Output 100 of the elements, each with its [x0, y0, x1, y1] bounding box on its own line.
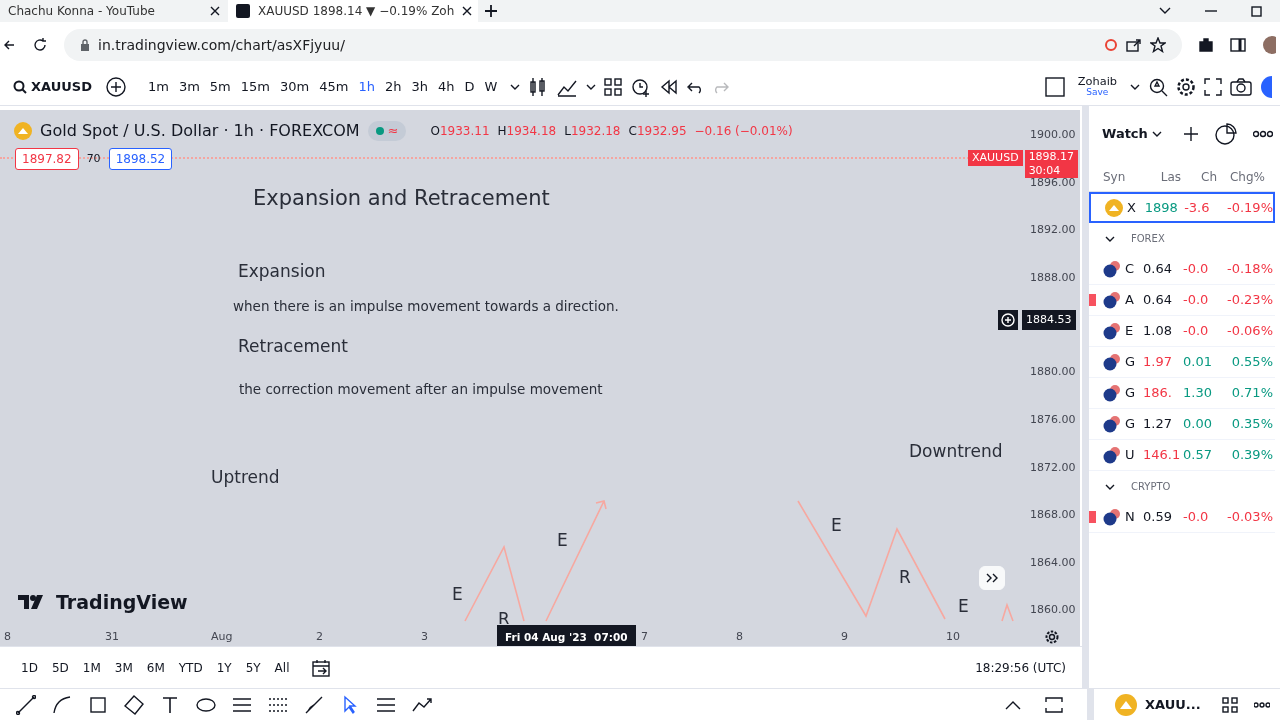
add-symbol-icon[interactable] [104, 75, 127, 98]
quick-search-icon[interactable] [1148, 76, 1168, 97]
rectangle-tool-icon[interactable] [88, 694, 108, 715]
scroll-right-button[interactable] [979, 566, 1005, 590]
watchlist-row[interactable]: G 186. 1.30 0.71% [1089, 378, 1275, 409]
watchlist-row[interactable]: U 146.1 0.57 0.39% [1089, 440, 1275, 471]
percent-change: 0.55% [1230, 353, 1273, 372]
line-tool-icon[interactable] [16, 694, 36, 715]
watchlist-row[interactable]: N 0.59 -0.0 -0.03% [1089, 502, 1275, 533]
calendar-icon[interactable] [312, 658, 333, 677]
interval-button[interactable]: 1h [353, 76, 380, 97]
description-text: the correction movement after an impulse movement [239, 380, 603, 399]
more-icon[interactable] [1253, 701, 1270, 708]
watchlist-menu[interactable]: Watch [1097, 124, 1167, 144]
layout-grid-icon[interactable] [604, 77, 623, 96]
reload-icon[interactable] [32, 37, 48, 53]
brand-name: TradingView [56, 590, 188, 615]
fullscreen-icon[interactable] [1204, 77, 1222, 96]
collapse-up-icon[interactable] [1005, 699, 1021, 710]
restore-icon[interactable] [1250, 4, 1264, 18]
symbol-ticker: G [1125, 353, 1137, 372]
more-icon[interactable] [1252, 130, 1273, 138]
percent-change: -0.19% [1226, 198, 1273, 217]
symbol-ticker: X [1126, 198, 1137, 217]
symbol-ticker: C [1125, 260, 1136, 279]
curve-tool-icon[interactable] [52, 694, 72, 715]
watchlist-row[interactable]: X 1898 -3.6 -0.19% [1089, 192, 1275, 223]
watchlist-row[interactable]: E 1.08 -0.0 -0.06% [1089, 316, 1275, 347]
range-button[interactable]: 5D [46, 658, 74, 677]
chevron-icon [1105, 234, 1115, 243]
range-button[interactable]: YTD [173, 658, 208, 677]
back-icon[interactable] [4, 38, 16, 52]
column-header[interactable]: Ch [1181, 167, 1217, 186]
rewind-icon[interactable] [660, 78, 679, 95]
last-price: 1898 [1144, 198, 1179, 217]
save-layout-button[interactable]: Zohaib Save [1072, 76, 1122, 97]
pie-chart-icon[interactable] [1214, 123, 1237, 145]
column-header[interactable]: Syn [1103, 167, 1145, 186]
add-icon[interactable] [1182, 126, 1199, 142]
watchlist-row[interactable]: C 0.64 -0.0 -0.18% [1089, 254, 1275, 285]
watchlist-row[interactable]: A 0.64 -0.0 -0.23% [1089, 285, 1275, 316]
range-button[interactable]: 6M [141, 658, 170, 677]
range-button[interactable]: 5Y [240, 658, 266, 677]
maximize-icon[interactable] [1045, 696, 1063, 713]
interval-button[interactable]: 1m [142, 76, 174, 97]
price-label: 1868.00 [1030, 507, 1076, 523]
bookmark-icon[interactable] [1150, 37, 1166, 53]
range-button[interactable]: 1D [16, 658, 43, 677]
interval-button[interactable]: D [459, 76, 480, 97]
interval-button[interactable]: 3m [173, 76, 205, 97]
sell-price[interactable]: 1897.82 [15, 148, 79, 170]
camera-icon[interactable] [1230, 77, 1252, 96]
range-button[interactable]: 1Y [211, 658, 237, 677]
interval-button[interactable]: W [479, 76, 503, 97]
polygon-tool-icon[interactable] [124, 694, 144, 715]
layout-grid-icon[interactable] [1221, 696, 1238, 713]
share-icon[interactable] [1126, 38, 1142, 52]
interval-button[interactable]: 3h [406, 76, 433, 97]
sidebar-icon[interactable] [1230, 37, 1246, 53]
interval-button[interactable]: 2h [379, 76, 407, 97]
account-icon[interactable] [1260, 75, 1272, 98]
interval-button[interactable]: 5m [204, 76, 236, 97]
brush-tool-icon[interactable] [304, 694, 324, 715]
range-button[interactable]: 3M [109, 658, 138, 677]
watchlist-row[interactable]: G 1.97 0.01 0.55% [1089, 347, 1275, 378]
chevron-icon [1105, 482, 1115, 491]
column-header[interactable]: Chg% [1217, 167, 1265, 186]
symbol-ticker: G [1125, 384, 1137, 403]
close-icon[interactable] [210, 6, 220, 16]
group-header[interactable]: FOREX [1089, 223, 1275, 254]
price-change: 0.01 [1183, 353, 1213, 372]
crosshair-time: Fri 04 Aug '23 07:00 [497, 625, 636, 647]
interval-button[interactable]: 4h [432, 76, 460, 97]
interval-button[interactable]: 30m [275, 76, 315, 97]
column-header[interactable]: Las [1145, 167, 1181, 186]
close-icon[interactable] [462, 6, 473, 16]
browser-tab[interactable]: XAUUSD 1898.14 ▼ −0.19% Zoh [228, 0, 478, 22]
text-tool-icon[interactable] [160, 694, 180, 715]
layout-square-icon[interactable] [1044, 76, 1065, 97]
avatar-icon[interactable] [1262, 36, 1276, 54]
group-header[interactable]: CRYPTO [1089, 471, 1275, 502]
percent-change: -0.03% [1226, 508, 1273, 527]
symbol-title[interactable]: Gold Spot / U.S. Dollar · 1h · FOREXCOM [40, 119, 360, 143]
interval-button[interactable]: 15m [235, 76, 275, 97]
interval-button[interactable]: 45m [314, 76, 354, 97]
symbol-search[interactable]: XAUUSD [8, 76, 97, 97]
spread-value: 70 [86, 150, 101, 167]
price-change: -3.6 [1184, 198, 1211, 217]
watchlist-row[interactable]: G 1.27 0.00 0.35% [1089, 409, 1275, 440]
buy-price[interactable]: 1898.52 [108, 148, 173, 170]
settings-icon[interactable] [1176, 76, 1196, 97]
ohlc-value: L1932.18 [564, 123, 621, 140]
new-tab-icon[interactable] [484, 4, 498, 18]
time-label: 9 [841, 629, 848, 645]
range-button[interactable]: 1M [77, 658, 106, 677]
settings-icon[interactable] [1045, 630, 1059, 644]
price-label: 1880.00 [1030, 364, 1076, 380]
add-alert-icon[interactable] [998, 310, 1018, 330]
symbol-details-button[interactable]: XAUU... [1110, 693, 1206, 716]
range-button[interactable]: All [269, 658, 295, 677]
